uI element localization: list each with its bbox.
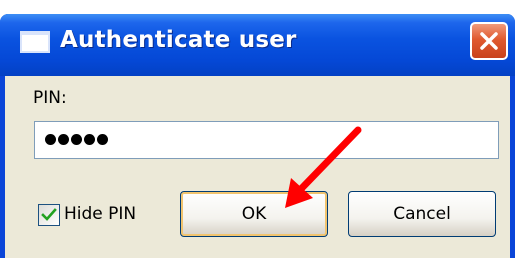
hide-pin-label[interactable]: Hide PIN: [64, 204, 136, 224]
checkmark-icon: [41, 208, 57, 221]
title-bar[interactable]: Authenticate user: [0, 14, 515, 76]
pin-masked-value: [45, 134, 108, 146]
cancel-button[interactable]: Cancel: [348, 191, 496, 237]
close-icon: [480, 32, 498, 50]
dialog-title: Authenticate user: [60, 27, 297, 53]
dialog-body: PIN: Hide PIN OK Cancel: [5, 76, 510, 258]
ok-button[interactable]: OK: [180, 191, 328, 237]
dialog-window: Authenticate user PIN: Hide PIN OK Cance…: [0, 14, 515, 258]
hide-pin-checkbox[interactable]: [38, 204, 60, 226]
pin-input[interactable]: [34, 121, 499, 159]
window-icon: [20, 31, 50, 53]
close-button[interactable]: [470, 22, 508, 60]
pin-label: PIN:: [33, 88, 67, 108]
